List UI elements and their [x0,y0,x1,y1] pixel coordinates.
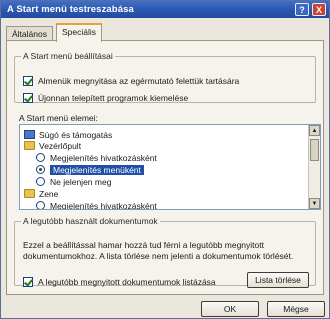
radio-music-show-as-link[interactable]: Megjelenítés hivatkozásként [36,200,157,210]
tab-general[interactable]: Általános [6,26,53,41]
highlight-new-programs-label: Újonnan telepített programok kiemelése [38,93,189,103]
radio-label: Megjelenítés hivatkozásként [50,152,157,163]
cancel-button[interactable]: Mégse [267,301,325,317]
advanced-tab-panel: A Start menü beállításai Almenük megnyit… [6,40,324,295]
radio-dont-show[interactable]: Ne jelenjen meg [36,176,111,187]
tab-strip: Általános Speciális [6,23,324,42]
radio-show-as-menu[interactable]: Megjelenítés menüként [36,164,144,175]
scroll-up-arrow-icon[interactable]: ▲ [309,125,320,136]
radio-button[interactable] [36,177,45,186]
list-item-help-support[interactable]: Súgó és támogatás [24,129,112,140]
recent-documents-group: A legutóbb használt dokumentumok Ezzel a… [14,216,316,288]
help-icon [24,130,35,139]
radio-button[interactable] [36,153,45,162]
open-submenus-checkbox[interactable] [23,76,33,86]
scroll-down-arrow-icon[interactable]: ▼ [309,198,320,209]
list-recent-documents-label: A legutóbb megnyitott dokumentumok listá… [38,277,216,287]
list-item-control-panel[interactable]: Vezérlőpult [24,140,81,151]
radio-label: Megjelenítés menüként [50,164,144,175]
scroll-thumb[interactable] [310,139,319,161]
clear-list-button[interactable]: Lista törlése [247,272,309,288]
radio-label: Ne jelenjen meg [50,176,112,187]
start-menu-settings-legend: A Start menü beállításai [23,51,113,61]
close-button[interactable]: X [312,3,326,16]
list-item-label: Zene [39,188,59,199]
list-recent-documents-option[interactable]: A legutóbb megnyitott dokumentumok listá… [23,276,216,288]
list-recent-documents-checkbox[interactable] [23,277,33,287]
radio-button[interactable] [36,165,45,174]
tab-advanced[interactable]: Speciális [56,23,103,42]
title-bar[interactable]: A Start menü testreszabása ? X [1,1,329,18]
highlight-new-programs-option[interactable]: Újonnan telepített programok kiemelése [23,92,188,104]
folder-icon [24,141,35,150]
list-item-label: Vezérlőpult [39,140,82,151]
recent-documents-description: Ezzel a beállítással hamar hozzá tud fér… [23,240,294,261]
folder-icon [24,189,35,198]
vertical-scrollbar[interactable]: ▲ ▼ [308,125,320,209]
ok-button[interactable]: OK [201,301,259,317]
open-submenus-option[interactable]: Almenük megnyitása az egérmutató felettü… [23,75,239,87]
radio-label: Megjelenítés hivatkozásként [50,200,157,210]
start-menu-settings-group: A Start menü beállításai Almenük megnyit… [14,51,316,103]
help-button[interactable]: ? [295,3,309,16]
open-submenus-label: Almenük megnyitása az egérmutató felettü… [38,76,240,86]
start-menu-items-list[interactable]: Súgó és támogatás Vezérlőpult Megjelenít… [19,124,321,210]
customize-start-menu-dialog: A Start menü testreszabása ? X Általános… [0,0,330,319]
list-item-label: Súgó és támogatás [39,129,113,140]
list-item-music[interactable]: Zene [24,188,58,199]
highlight-new-programs-checkbox[interactable] [23,93,33,103]
radio-show-as-link[interactable]: Megjelenítés hivatkozásként [36,152,157,163]
recent-documents-legend: A legutóbb használt dokumentumok [23,216,158,226]
start-menu-items-caption: A Start menü elemei: [19,113,98,123]
radio-button[interactable] [36,201,45,209]
window-title: A Start menü testreszabása [7,4,134,15]
